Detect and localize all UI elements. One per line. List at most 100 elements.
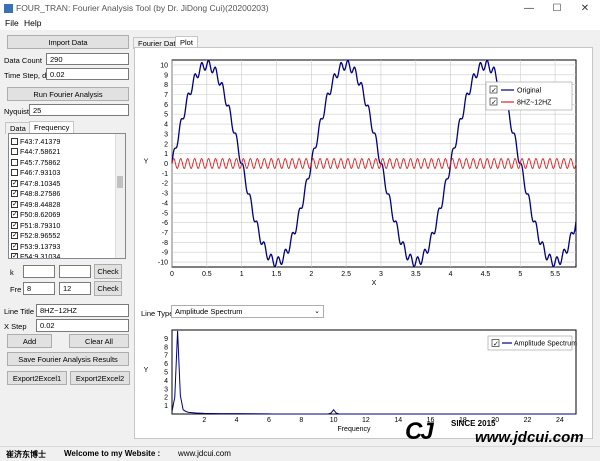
frequency-list-item[interactable]: ✓ F47:8.10345 (11, 178, 60, 188)
nyquist-label: Nyquist (4, 107, 30, 116)
time-step-field[interactable]: 0.02 (46, 68, 129, 80)
author-name: 崔济东博士 (6, 450, 46, 459)
y-axis-label: Y (144, 367, 149, 374)
fre-check-button[interactable]: Check (94, 281, 122, 296)
x-tick-label: 2.5 (341, 271, 351, 278)
y-tick-label: 4 (164, 378, 168, 385)
save-results-button[interactable]: Save Fourier Analysis Results (7, 352, 129, 366)
y-tick-label: 3 (164, 131, 168, 138)
nyquist-field[interactable]: 25 (29, 104, 129, 116)
welcome-text: Welcome to my Website : (64, 449, 161, 458)
checkbox[interactable]: ✓ (11, 221, 18, 229)
chevron-down-icon: ⌄ (314, 308, 320, 315)
x-tick-label: 4.5 (481, 271, 491, 278)
frequency-label: F51:8.79310 (20, 220, 61, 230)
export-excel1-button[interactable]: Export2Excel1 (7, 371, 67, 385)
checkbox[interactable]: ✓ (11, 242, 18, 250)
fre-to-field[interactable]: 12 (59, 282, 91, 295)
xstep-field[interactable]: 0.02 (36, 319, 129, 332)
menu-file[interactable]: File (5, 18, 19, 28)
data-count-field[interactable]: 290 (46, 53, 129, 65)
frequency-list-item[interactable]: F46:7.93103 (11, 168, 60, 178)
add-button[interactable]: Add (7, 334, 52, 348)
import-data-button[interactable]: Import Data (7, 35, 129, 49)
frequency-list-item[interactable]: ✓ F48:8.27586 (11, 189, 60, 199)
legend-label: Original (517, 88, 542, 95)
scroll-thumb[interactable] (117, 176, 123, 188)
y-tick-label: -9 (162, 250, 168, 257)
check-icon: ✓ (491, 88, 497, 95)
y-tick-label: 2 (164, 141, 168, 148)
watermark-since: SINCE 2015 (451, 419, 496, 428)
y-tick-label: 9 (164, 72, 168, 79)
x-tick-label: 12 (362, 417, 370, 424)
frequency-list-item[interactable]: ✓ F51:8.79310 (11, 220, 60, 230)
legend-label: Amplitude Spectrum (514, 341, 577, 348)
checkbox[interactable] (11, 169, 18, 176)
y-tick-label: 8 (164, 82, 168, 89)
x-tick-label: 0.5 (202, 271, 212, 278)
frequency-list-item[interactable]: ✓ F54:9.31034 (11, 252, 60, 258)
line-type-label: Line Type (141, 309, 174, 318)
fre-from-field[interactable]: 8 (23, 282, 55, 295)
line-title-field[interactable]: 8HZ~12HZ (36, 304, 129, 317)
frequency-label: F47:8.10345 (20, 178, 61, 188)
fre-label: Fre (10, 285, 22, 294)
x-tick-label: 1.5 (272, 271, 282, 278)
k-label: k (10, 268, 14, 277)
frequency-list-item[interactable]: ✓ F53:9.13793 (11, 241, 60, 251)
frequency-label: F45:7.75862 (20, 157, 61, 167)
y-tick-label: 8 (164, 344, 168, 351)
y-tick-label: -7 (162, 230, 168, 237)
checkbox[interactable]: ✓ (11, 190, 18, 197)
y-axis-label: Y (144, 159, 149, 166)
x-tick-label: 3.5 (411, 271, 421, 278)
y-tick-label: 10 (160, 62, 168, 69)
frequency-list[interactable]: F43:7.41379 F44:7.58621 F45:7.75862 F46:7.9… (8, 133, 126, 259)
k-to-field[interactable] (59, 265, 91, 278)
y-tick-label: 0 (164, 161, 168, 168)
run-fourier-button[interactable]: Run Fourier Analysis (7, 87, 129, 101)
y-tick-label: -2 (162, 181, 168, 188)
line-type-value: Amplitude Spectrum (175, 307, 243, 316)
close-button[interactable]: ✕ (571, 0, 599, 17)
list-scrollbar[interactable] (115, 134, 125, 258)
checkbox[interactable]: ✓ (11, 232, 18, 239)
y-tick-label: 2 (164, 395, 168, 402)
frequency-list-item[interactable]: F45:7.75862 (11, 157, 60, 167)
checkbox[interactable]: ✓ (11, 179, 18, 187)
y-tick-label: -10 (158, 260, 168, 267)
y-tick-label: -6 (162, 220, 168, 227)
checkbox[interactable]: ✓ (11, 200, 18, 208)
frequency-label: F48:8.27586 (20, 189, 61, 198)
website-link[interactable]: www.jdcui.com (178, 449, 231, 458)
checkbox[interactable] (11, 158, 18, 166)
menu-help[interactable]: Help (24, 18, 41, 28)
k-from-field[interactable] (23, 265, 55, 278)
x-tick-label: 4 (449, 271, 453, 278)
checkbox[interactable]: ✓ (11, 211, 18, 218)
export-excel2-button[interactable]: Export2Excel2 (70, 371, 130, 385)
y-tick-label: -8 (162, 240, 168, 247)
tab-frequency[interactable]: Frequency (29, 121, 75, 133)
frequency-list-item[interactable]: F44:7.58621 (11, 147, 60, 157)
frequency-list-item[interactable]: ✓ F49:8.44828 (11, 199, 60, 209)
checkbox[interactable] (11, 137, 18, 145)
clear-all-button[interactable]: Clear All (69, 334, 129, 348)
frequency-list-item[interactable]: ✓ F50:8.62069 (11, 210, 60, 220)
frequency-label: F53:9.13793 (20, 241, 61, 251)
x-tick-label: 4 (235, 417, 239, 424)
frequency-label: F49:8.44828 (20, 199, 61, 209)
frequency-list-item[interactable]: ✓ F52:8.96552 (11, 231, 60, 241)
y-tick-label: 5 (164, 370, 168, 377)
frequency-list-item[interactable]: F43:7.41379 (11, 136, 60, 146)
maximize-button[interactable]: ☐ (543, 0, 571, 17)
minimize-button[interactable]: — (515, 0, 543, 17)
line-type-select[interactable]: Amplitude Spectrum ⌄ (171, 305, 324, 318)
y-tick-label: 6 (164, 361, 168, 368)
x-tick-label: 2 (202, 417, 206, 424)
checkbox[interactable]: ✓ (11, 253, 18, 258)
k-check-button[interactable]: Check (94, 264, 122, 279)
x-tick-label: 6 (267, 417, 271, 424)
checkbox[interactable] (11, 148, 18, 155)
